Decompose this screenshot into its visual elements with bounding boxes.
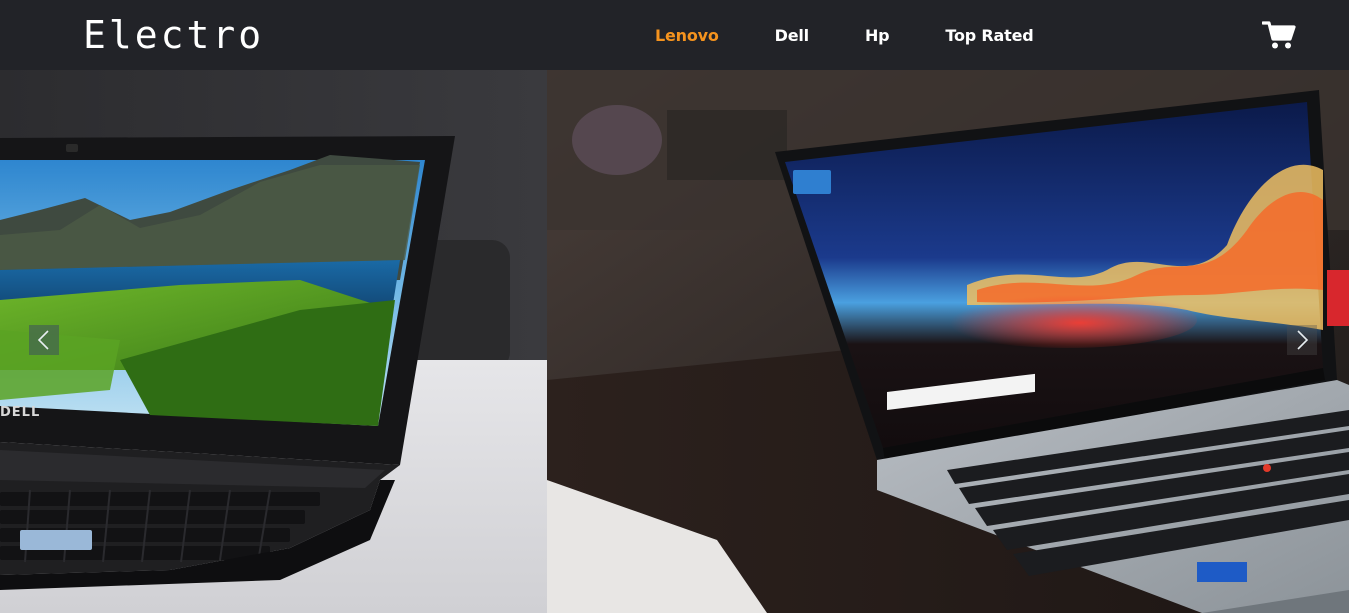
dell-logo-text: DELL [0, 405, 40, 420]
dell-laptop-photo: DELL [0, 70, 547, 613]
nav-link-top-rated[interactable]: Top Rated [945, 26, 1033, 45]
nav-item-top-rated: Top Rated [945, 26, 1033, 45]
nav-item-dell: Dell [775, 26, 810, 45]
brand-logo[interactable]: Electro [83, 10, 264, 60]
carousel-prev-button[interactable] [29, 325, 59, 355]
chevron-right-icon [1297, 330, 1309, 350]
lenovo-laptop-photo [547, 70, 1349, 613]
hero-carousel: DELL [0, 70, 1349, 613]
nav-link-hp[interactable]: Hp [865, 26, 890, 45]
nav-item-lenovo: Lenovo [655, 26, 719, 45]
chevron-left-icon [37, 330, 49, 350]
shopping-cart-icon[interactable] [1261, 20, 1296, 50]
navbar: Electro Lenovo Dell Hp Top Rated [0, 0, 1349, 70]
nav-menu: Lenovo Dell Hp Top Rated [655, 0, 1034, 70]
carousel-next-button[interactable] [1287, 325, 1317, 355]
nav-item-hp: Hp [865, 26, 890, 45]
nav-link-lenovo[interactable]: Lenovo [655, 26, 719, 45]
nav-link-dell[interactable]: Dell [775, 26, 810, 45]
